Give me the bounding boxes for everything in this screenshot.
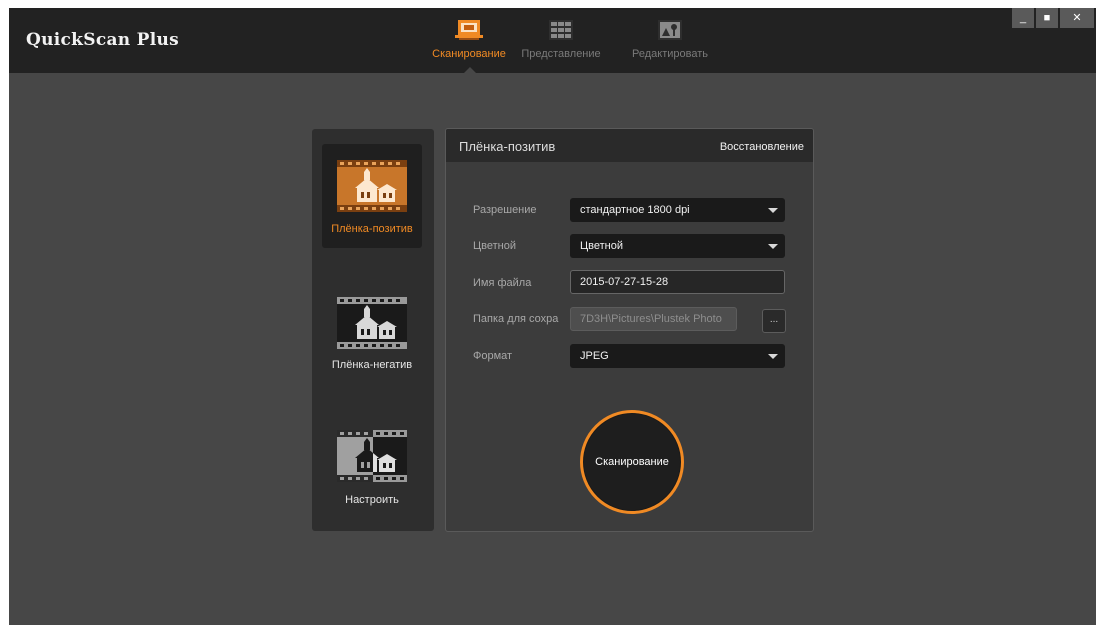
maximize-button[interactable]: ■ — [1036, 8, 1058, 28]
color-mode-label: Цветной — [473, 240, 516, 252]
panel-title: Плёнка-позитив — [459, 139, 556, 154]
mode-film-positive[interactable]: Плёнка-позитив — [322, 144, 422, 248]
tab-scan-label: Сканирование — [432, 48, 506, 60]
close-button[interactable]: ✕ — [1060, 8, 1094, 28]
scan-settings-panel: Плёнка-позитив Восстановление Разрешение… — [445, 128, 814, 532]
chevron-down-icon — [768, 244, 778, 249]
film-positive-icon — [337, 160, 407, 212]
save-folder-input[interactable]: 7D3H\Pictures\Plustek Photo — [570, 307, 737, 331]
chevron-down-icon — [768, 208, 778, 213]
minimize-button[interactable]: _ — [1012, 8, 1034, 28]
app-window: QuickScan Plus Сканирование Представлени… — [9, 8, 1096, 625]
chevron-down-icon — [768, 354, 778, 359]
resolution-label: Разрешение — [473, 204, 537, 216]
film-custom-icon — [337, 430, 407, 482]
film-mode-panel: Плёнка-позитив Плёнка-негатив Настроить — [312, 129, 434, 531]
browse-folder-button[interactable]: ... — [762, 309, 786, 333]
resolution-value: стандартное 1800 dpi — [580, 204, 690, 216]
save-folder-label: Папка для сохра — [473, 313, 559, 325]
mode-film-negative[interactable]: Плёнка-негатив — [322, 289, 422, 393]
filename-input[interactable]: 2015-07-27-15-28 — [570, 270, 785, 294]
format-value: JPEG — [580, 350, 609, 362]
format-label: Формат — [473, 350, 513, 362]
mode-film-positive-label: Плёнка-позитив — [331, 223, 413, 235]
edit-image-icon — [658, 20, 682, 40]
color-mode-select[interactable]: Цветной — [570, 234, 785, 258]
mode-custom-label: Настроить — [345, 494, 399, 506]
app-title: QuickScan Plus — [26, 30, 180, 50]
color-mode-value: Цветной — [580, 240, 623, 252]
mode-custom[interactable]: Настроить — [322, 419, 422, 523]
mode-film-negative-label: Плёнка-негатив — [331, 359, 413, 371]
filename-value: 2015-07-27-15-28 — [580, 276, 669, 288]
restore-defaults-link[interactable]: Восстановление — [720, 141, 804, 153]
active-tab-caret — [464, 67, 476, 73]
tab-view[interactable]: Представление — [519, 8, 603, 73]
scan-button[interactable]: Сканирование — [580, 410, 684, 514]
tab-edit-label: Редактировать — [632, 48, 708, 60]
resolution-select[interactable]: стандартное 1800 dpi — [570, 198, 785, 222]
filename-label: Имя файла — [473, 277, 532, 289]
film-negative-icon — [337, 297, 407, 349]
tab-scan[interactable]: Сканирование — [429, 8, 509, 73]
scanner-icon — [455, 20, 483, 40]
tab-view-label: Представление — [521, 48, 601, 60]
format-select[interactable]: JPEG — [570, 344, 785, 368]
title-bar: QuickScan Plus Сканирование Представлени… — [9, 8, 1096, 73]
panel-header: Плёнка-позитив Восстановление — [446, 129, 813, 162]
grid-view-icon — [549, 20, 573, 40]
save-folder-value: 7D3H\Pictures\Plustek Photo — [580, 313, 722, 325]
tab-edit[interactable]: Редактировать — [629, 8, 711, 73]
